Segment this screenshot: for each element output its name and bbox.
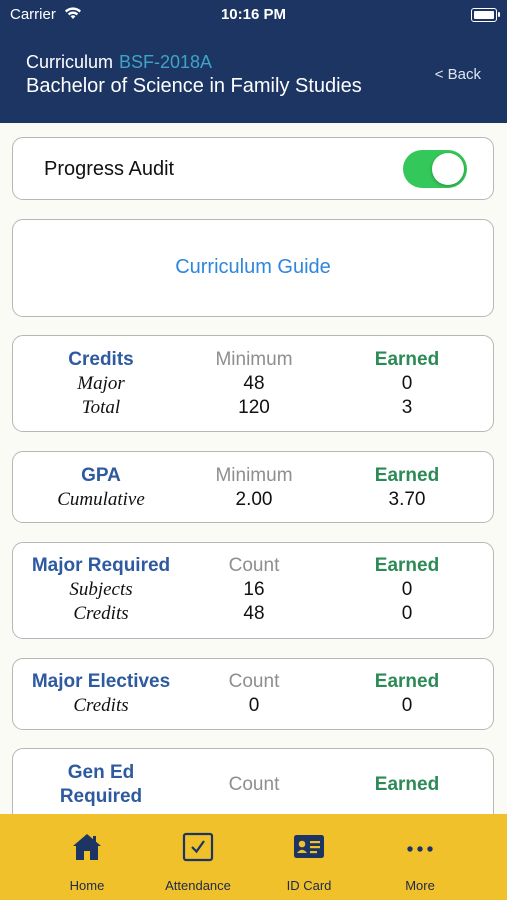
major-required-count-header: Count	[228, 555, 280, 576]
clock: 10:16 PM	[220, 6, 287, 23]
curriculum-guide-link[interactable]: Curriculum Guide	[13, 256, 493, 279]
curriculum-label: Curriculum	[26, 52, 114, 72]
progress-audit-card: Progress Audit	[12, 137, 494, 200]
credits-total-minimum: 120	[238, 397, 270, 418]
gpa-minimum-header: Minimum	[215, 465, 293, 486]
tab-attendance-label: Attendance	[165, 878, 231, 893]
credits-title: Credits	[68, 349, 134, 370]
tab-id-card-label: ID Card	[286, 878, 332, 893]
toggle-knob	[432, 153, 464, 185]
back-button[interactable]: < Back	[435, 66, 481, 83]
app-header: Carrier 10:16 PM Curriculum BSF-2018A Bac…	[0, 0, 507, 123]
credits-major-earned: 0	[401, 373, 413, 394]
credits-major-minimum: 48	[243, 373, 265, 394]
major-required-row-label: Subjects	[69, 579, 133, 600]
gpa-minimum: 2.00	[235, 489, 273, 510]
major-electives-earned-header: Earned	[374, 671, 440, 692]
tab-more[interactable]: More	[370, 814, 470, 900]
tab-attendance[interactable]: Attendance	[148, 814, 248, 900]
tab-home[interactable]: Home	[37, 814, 137, 900]
gen-ed-title-line1: Gen Ed	[67, 762, 135, 783]
program-name: Bachelor of Science in Family Studies	[26, 75, 362, 97]
status-bar: Carrier 10:16 PM	[0, 5, 507, 25]
home-icon	[37, 832, 137, 866]
major-electives-credits-earned: 0	[401, 695, 413, 716]
gen-ed-count-header: Count	[228, 774, 280, 795]
progress-audit-toggle[interactable]	[403, 150, 467, 188]
curriculum-line: Curriculum BSF-2018A	[26, 52, 212, 73]
gpa-card: GPA Cumulative Minimum 2.00 Earned 3.70	[12, 451, 494, 523]
credits-row-label: Total	[81, 397, 121, 418]
gen-ed-title-line2: Required	[59, 786, 143, 807]
curriculum-guide-card[interactable]: Curriculum Guide	[12, 219, 494, 317]
progress-audit-label: Progress Audit	[44, 158, 175, 180]
checkbox-icon	[148, 832, 248, 866]
major-required-earned-header: Earned	[374, 555, 440, 576]
major-required-subjects-count: 16	[243, 579, 265, 600]
major-required-row-label: Credits	[73, 603, 129, 624]
gpa-earned: 3.70	[388, 489, 426, 510]
credits-earned-header: Earned	[374, 349, 440, 370]
tab-home-label: Home	[69, 878, 105, 893]
gpa-title: GPA	[81, 465, 121, 486]
major-required-card: Major Required Subjects Credits Count 16…	[12, 542, 494, 639]
tab-bar: Home Attendance ID Card More	[0, 814, 507, 900]
id-card-icon	[259, 832, 359, 866]
major-required-title: Major Required	[31, 555, 171, 576]
more-icon	[370, 832, 470, 866]
major-electives-card: Major Electives Credits Count 0 Earned 0	[12, 658, 494, 730]
major-required-credits-count: 48	[243, 603, 265, 624]
major-electives-count-header: Count	[228, 671, 280, 692]
major-electives-credits-count: 0	[248, 695, 260, 716]
credits-total-earned: 3	[401, 397, 413, 418]
major-required-credits-earned: 0	[401, 603, 413, 624]
battery-icon	[471, 8, 500, 22]
tab-more-label: More	[405, 878, 435, 893]
credits-card: Credits Major Total Minimum 48 120 Earne…	[12, 335, 494, 432]
gen-ed-earned-header: Earned	[374, 774, 440, 795]
credits-minimum-header: Minimum	[215, 349, 293, 370]
major-electives-row-label: Credits	[73, 695, 129, 716]
major-required-subjects-earned: 0	[401, 579, 413, 600]
gpa-row-label: Cumulative	[57, 489, 145, 510]
tab-id-card[interactable]: ID Card	[259, 814, 359, 900]
credits-row-label: Major	[77, 373, 125, 394]
major-electives-title: Major Electives	[31, 671, 171, 692]
curriculum-code: BSF-2018A	[119, 52, 213, 72]
gpa-earned-header: Earned	[374, 465, 440, 486]
